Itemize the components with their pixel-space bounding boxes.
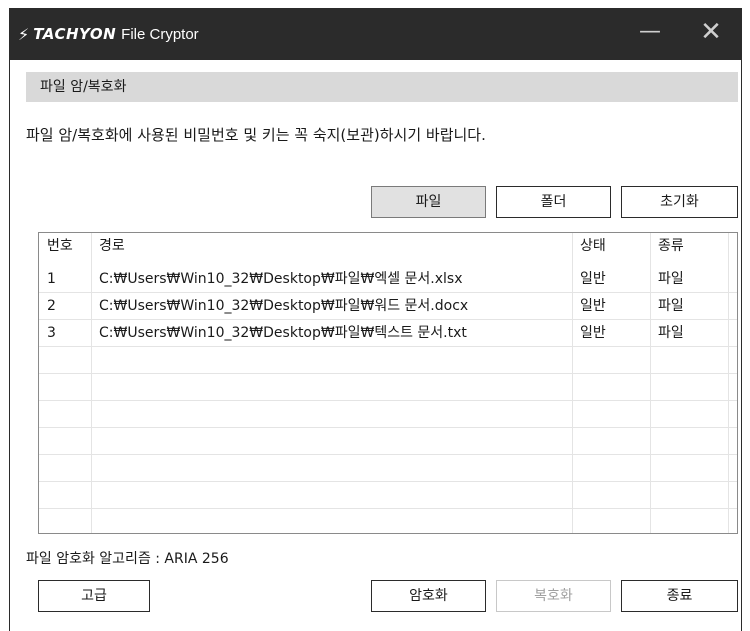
empty-row	[39, 374, 737, 401]
table-row[interactable]: 1 C:₩Users₩Win10_32₩Desktop₩파일₩엑셀 문서.xls…	[39, 266, 737, 293]
row-status: 일반	[580, 298, 606, 314]
empty-row	[39, 401, 737, 428]
row-number: 2	[47, 298, 56, 314]
row-path: C:₩Users₩Win10_32₩Desktop₩파일₩텍스트 문서.txt	[99, 325, 467, 341]
row-type: 파일	[658, 271, 684, 287]
empty-row	[39, 482, 737, 509]
table-row[interactable]: 3 C:₩Users₩Win10_32₩Desktop₩파일₩텍스트 문서.tx…	[39, 320, 737, 347]
table-header: 번호 경로 상태 종류	[39, 233, 737, 266]
minimize-icon[interactable]: —	[630, 14, 670, 50]
header-path[interactable]: 경로	[91, 233, 572, 266]
reset-button[interactable]: 초기화	[621, 186, 738, 218]
notice-text: 파일 암/복호화에 사용된 비밀번호 및 키는 꼭 숙지(보관)하시기 바랍니다…	[26, 126, 486, 144]
title-bar[interactable]: ⚡︎ TACHYON File Cryptor — ✕	[10, 8, 741, 60]
row-type: 파일	[658, 298, 684, 314]
close-icon[interactable]: ✕	[691, 14, 731, 50]
app-name: File Cryptor	[121, 25, 199, 43]
row-status: 일반	[580, 271, 606, 287]
row-number: 1	[47, 271, 56, 287]
row-type: 파일	[658, 325, 684, 341]
empty-row	[39, 428, 737, 455]
encrypt-button[interactable]: 암호화	[371, 580, 486, 612]
empty-row	[39, 509, 737, 533]
row-path: C:₩Users₩Win10_32₩Desktop₩파일₩워드 문서.docx	[99, 298, 469, 314]
file-cryptor-window: ⚡︎ TACHYON File Cryptor — ✕ 파일 암/복호화 파일 …	[9, 8, 742, 631]
header-type[interactable]: 종류	[650, 233, 728, 266]
brand-name: TACHYON	[33, 25, 117, 43]
file-button[interactable]: 파일	[371, 186, 486, 218]
algorithm-label: 파일 암호화 알고리즘 : ARIA 256	[26, 551, 229, 567]
exit-button[interactable]: 종료	[621, 580, 738, 612]
row-status: 일반	[580, 325, 606, 341]
lightning-icon: ⚡︎	[18, 24, 30, 44]
decrypt-button: 복호화	[496, 580, 611, 612]
empty-row	[39, 455, 737, 482]
empty-row	[39, 347, 737, 374]
header-status[interactable]: 상태	[572, 233, 650, 266]
app-logo: ⚡︎ TACHYON File Cryptor	[18, 23, 199, 45]
header-number[interactable]: 번호	[39, 233, 91, 266]
advanced-button[interactable]: 고급	[38, 580, 150, 612]
row-path: C:₩Users₩Win10_32₩Desktop₩파일₩엑셀 문서.xlsx	[99, 271, 463, 287]
section-title: 파일 암/복호화	[26, 72, 738, 102]
row-number: 3	[47, 325, 56, 341]
folder-button[interactable]: 폴더	[496, 186, 611, 218]
file-list-table[interactable]: 번호 경로 상태 종류 1 C:₩Users₩Win10_32₩Desktop₩…	[38, 232, 738, 534]
table-row[interactable]: 2 C:₩Users₩Win10_32₩Desktop₩파일₩워드 문서.doc…	[39, 293, 737, 320]
